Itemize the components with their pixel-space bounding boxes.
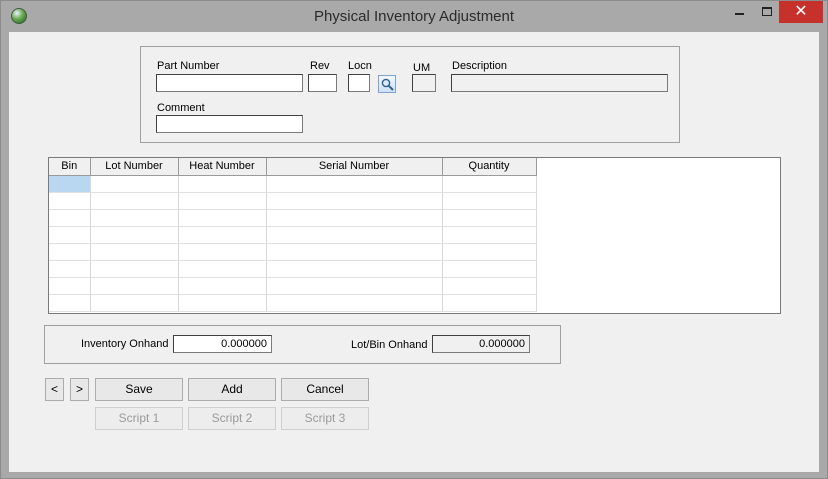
grid-cell[interactable]	[441, 259, 537, 278]
grid-cell[interactable]	[49, 242, 91, 261]
grid-body	[49, 174, 537, 312]
grid-cell[interactable]	[177, 259, 267, 278]
table-row[interactable]	[49, 191, 537, 210]
script-3-button[interactable]: Script 3	[281, 407, 369, 430]
grid-cell[interactable]	[265, 242, 443, 261]
table-row[interactable]	[49, 225, 537, 244]
grid-cell[interactable]	[49, 174, 91, 193]
grid-cell[interactable]	[177, 276, 267, 295]
minimize-button[interactable]	[725, 1, 753, 23]
maximize-button[interactable]	[753, 1, 781, 23]
grid-cell[interactable]	[441, 242, 537, 261]
grid-cell[interactable]	[49, 293, 91, 312]
comment-label: Comment	[157, 102, 205, 114]
minimize-icon	[734, 13, 744, 15]
part-info-group: Part Number Rev Locn UM Description Comm…	[140, 46, 680, 143]
table-row[interactable]	[49, 276, 537, 295]
grid-cell[interactable]	[49, 259, 91, 278]
title-bar[interactable]: Physical Inventory Adjustment ✕	[1, 1, 827, 32]
window-title: Physical Inventory Adjustment	[313, 8, 515, 25]
table-row[interactable]	[49, 242, 537, 261]
lotbin-onhand-label: Lot/Bin Onhand	[351, 339, 428, 351]
close-button[interactable]: ✕	[779, 1, 823, 23]
grid-cell[interactable]	[89, 174, 179, 193]
grid-header-row: Bin Lot Number Heat Number Serial Number…	[49, 158, 537, 176]
script-2-button[interactable]: Script 2	[188, 407, 276, 430]
onhand-group: Inventory Onhand 0.000000 Lot/Bin Onhand…	[44, 325, 561, 364]
grid-cell[interactable]	[89, 242, 179, 261]
inventory-onhand-label: Inventory Onhand	[81, 338, 169, 350]
part-number-input[interactable]	[156, 74, 303, 92]
um-label: UM	[413, 62, 431, 74]
comment-input[interactable]	[156, 115, 303, 133]
grid-cell[interactable]	[265, 208, 443, 227]
column-header-lot-number[interactable]: Lot Number	[89, 158, 179, 176]
save-button[interactable]: Save	[95, 378, 183, 401]
lotbin-onhand-field: 0.000000	[432, 335, 530, 353]
previous-record-button[interactable]: <	[45, 378, 64, 401]
grid-cell[interactable]	[265, 174, 443, 193]
grid-cell[interactable]	[177, 174, 267, 193]
table-row[interactable]	[49, 293, 537, 312]
inventory-onhand-field: 0.000000	[173, 335, 272, 353]
grid-cell[interactable]	[49, 276, 91, 295]
grid-cell[interactable]	[441, 293, 537, 312]
description-field	[451, 74, 668, 92]
table-row[interactable]	[49, 174, 537, 193]
inventory-grid[interactable]: Bin Lot Number Heat Number Serial Number…	[48, 157, 781, 314]
next-record-button[interactable]: >	[70, 378, 89, 401]
grid-cell[interactable]	[89, 208, 179, 227]
rev-input[interactable]	[308, 74, 337, 92]
script-1-button[interactable]: Script 1	[95, 407, 183, 430]
column-header-heat-number[interactable]: Heat Number	[177, 158, 267, 176]
add-button[interactable]: Add	[188, 378, 276, 401]
part-number-label: Part Number	[157, 60, 220, 72]
rev-label: Rev	[310, 60, 330, 72]
column-header-serial-number[interactable]: Serial Number	[265, 158, 443, 176]
grid-cell[interactable]	[265, 225, 443, 244]
grid-cell[interactable]	[177, 191, 267, 210]
maximize-icon	[762, 7, 772, 16]
grid-cell[interactable]	[441, 225, 537, 244]
description-label: Description	[452, 60, 508, 72]
application-window: Physical Inventory Adjustment ✕ Part Num…	[0, 0, 828, 479]
grid-cell[interactable]	[265, 293, 443, 312]
grid-cell[interactable]	[441, 208, 537, 227]
close-icon: ✕	[794, 3, 808, 20]
grid-cell[interactable]	[441, 276, 537, 295]
grid-cell[interactable]	[441, 191, 537, 210]
column-header-bin[interactable]: Bin	[49, 158, 91, 176]
inventory-grid-table: Bin Lot Number Heat Number Serial Number…	[49, 158, 537, 312]
grid-cell[interactable]	[89, 276, 179, 295]
table-row[interactable]	[49, 259, 537, 278]
locn-input[interactable]	[348, 74, 370, 92]
um-field	[412, 74, 436, 92]
grid-cell[interactable]	[89, 225, 179, 244]
grid-cell[interactable]	[177, 225, 267, 244]
grid-cell[interactable]	[177, 293, 267, 312]
grid-cell[interactable]	[49, 208, 91, 227]
grid-cell[interactable]	[89, 259, 179, 278]
cancel-button[interactable]: Cancel	[281, 378, 369, 401]
grid-cell[interactable]	[89, 191, 179, 210]
locn-label: Locn	[348, 60, 372, 72]
grid-cell[interactable]	[49, 191, 91, 210]
column-header-quantity[interactable]: Quantity	[441, 158, 537, 176]
form-client-area: Part Number Rev Locn UM Description Comm…	[9, 32, 819, 472]
grid-cell[interactable]	[265, 191, 443, 210]
grid-cell[interactable]	[265, 259, 443, 278]
grid-cell[interactable]	[177, 208, 267, 227]
locn-search-button[interactable]	[378, 75, 396, 93]
grid-cell[interactable]	[441, 174, 537, 193]
table-row[interactable]	[49, 208, 537, 227]
magnifier-icon	[381, 78, 394, 91]
grid-cell[interactable]	[49, 225, 91, 244]
grid-cell[interactable]	[89, 293, 179, 312]
grid-cell[interactable]	[265, 276, 443, 295]
grid-cell[interactable]	[177, 242, 267, 261]
